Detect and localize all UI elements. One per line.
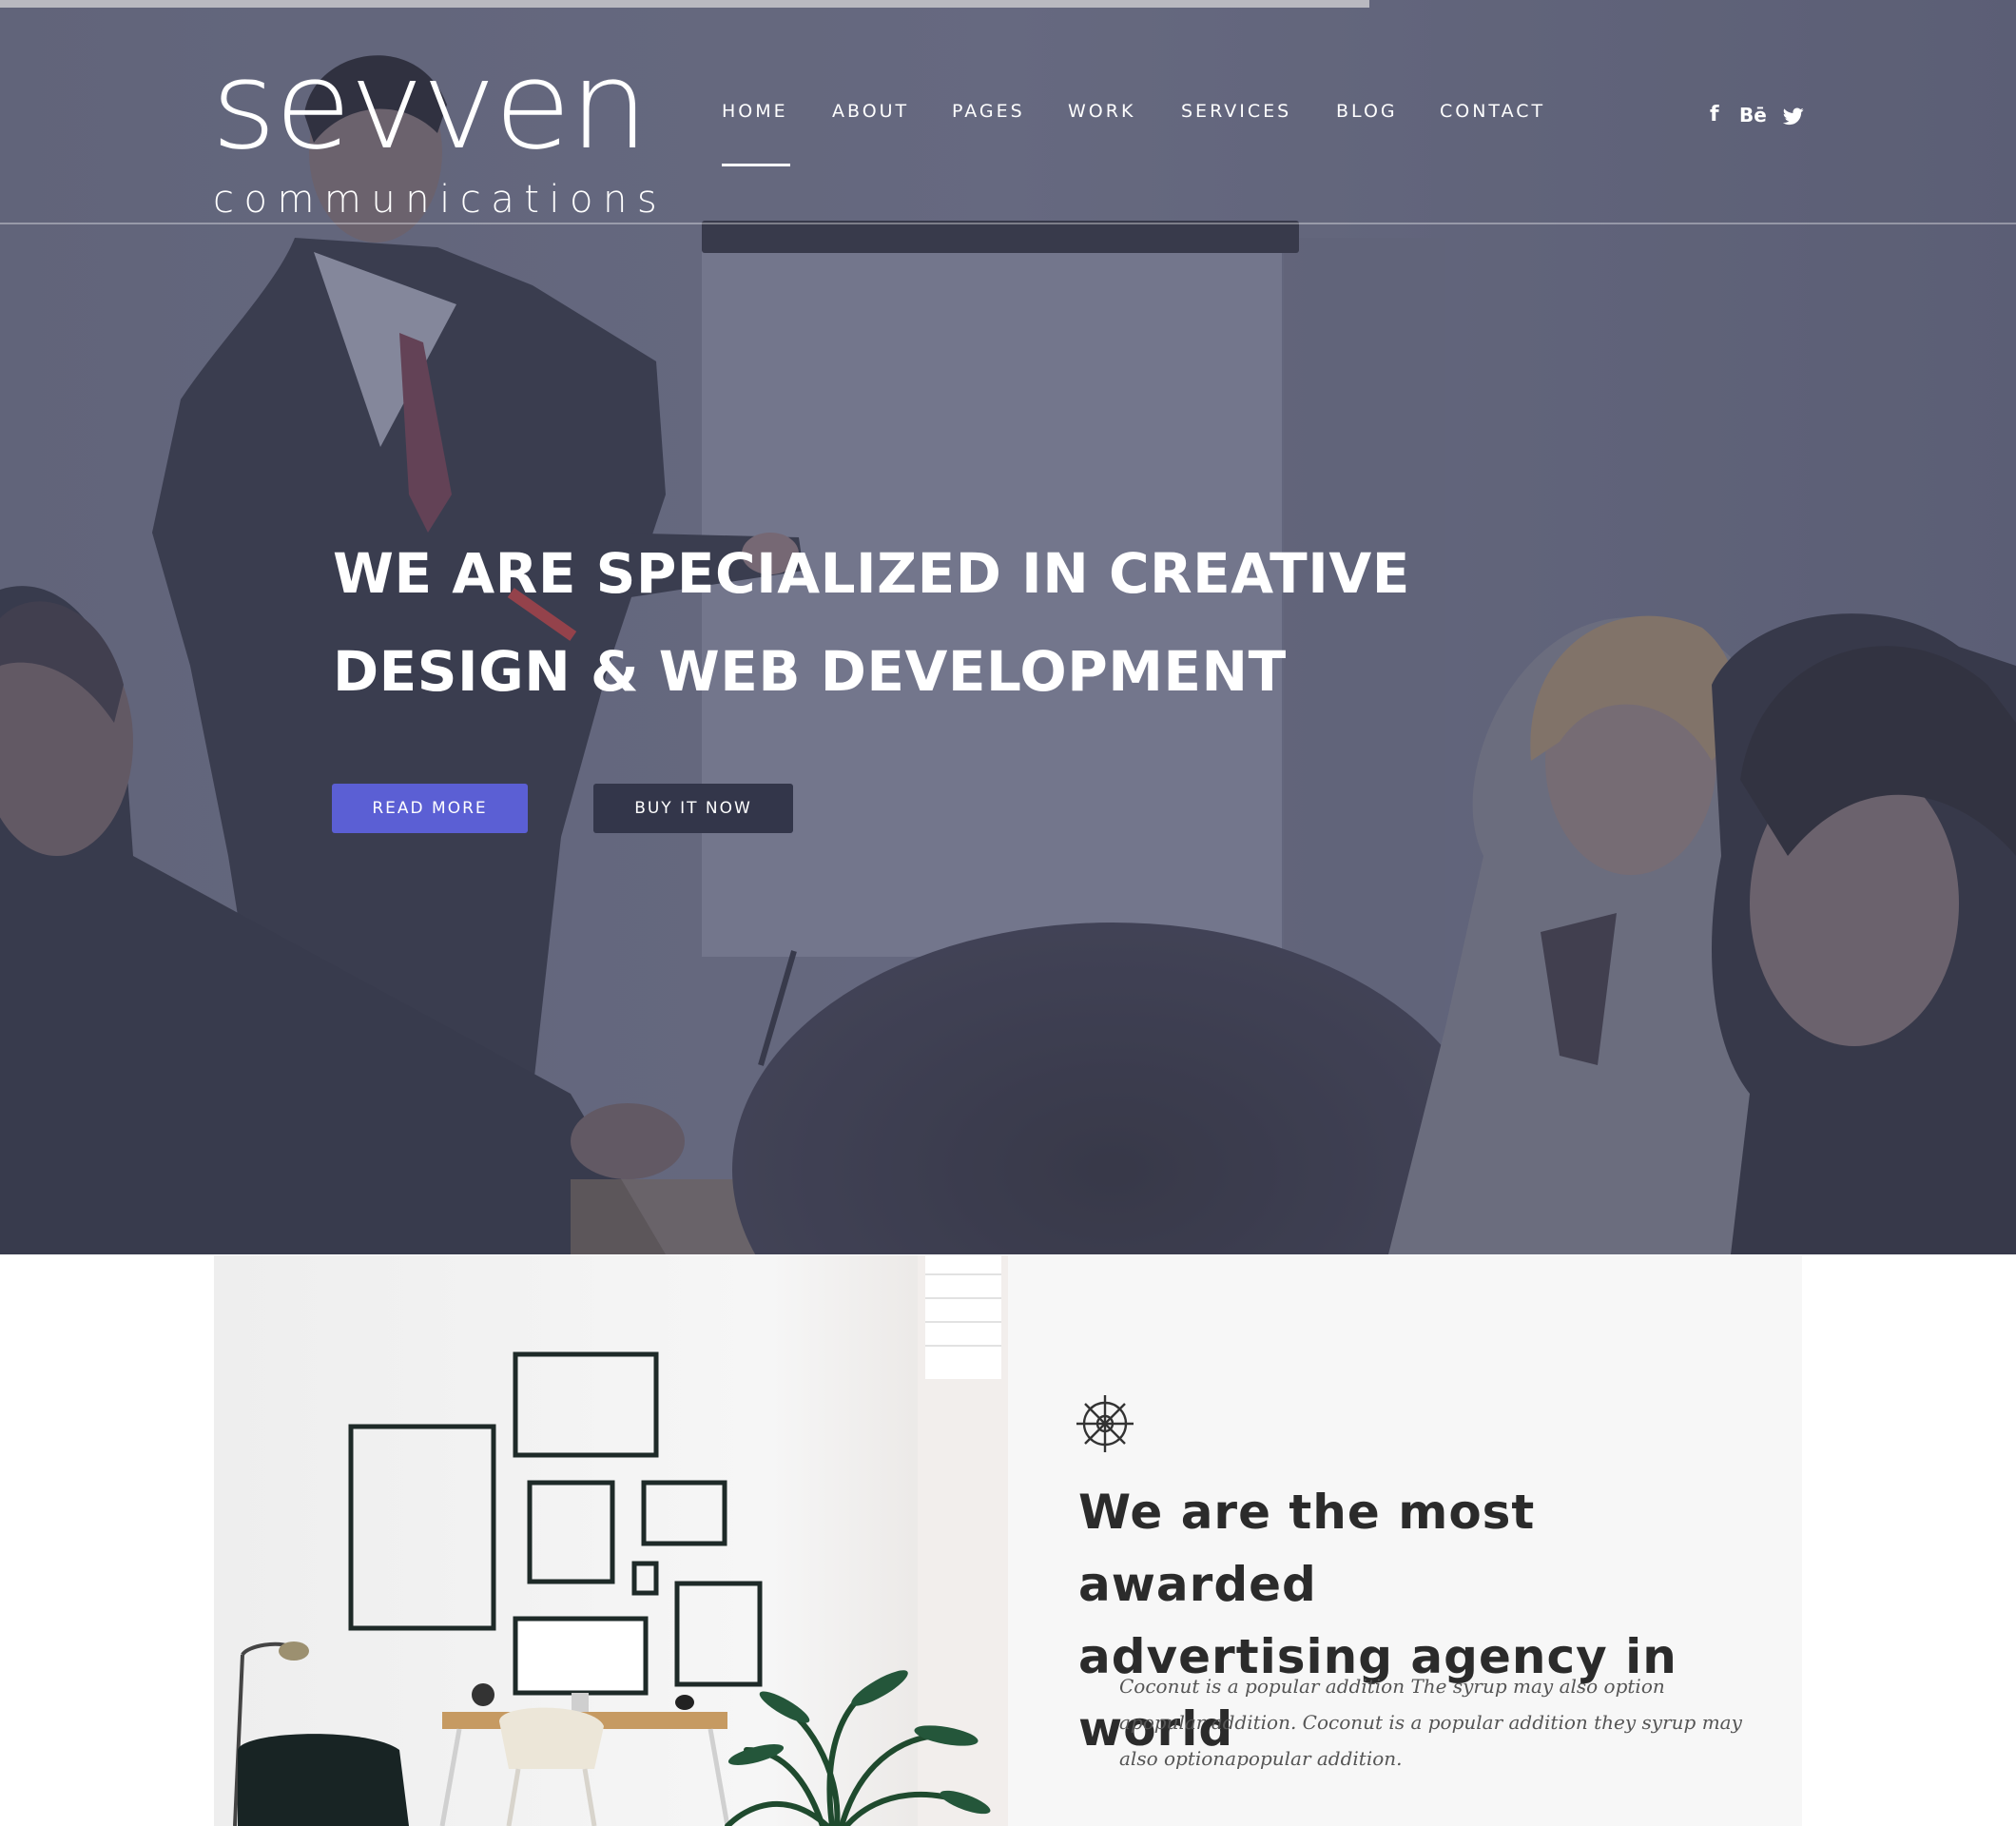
nav-item-about[interactable]: ABOUT	[832, 101, 909, 122]
nav-item-blog[interactable]: BLOG	[1336, 101, 1398, 122]
hero-section: sevven communications HOME ABOUT PAGES W…	[0, 0, 2016, 1254]
workspace-photo	[214, 1255, 1008, 1826]
nav-item-contact[interactable]: CONTACT	[1440, 101, 1545, 122]
hero-title: WE ARE SPECIALIZED IN CREATIVE DESIGN & …	[333, 525, 1474, 721]
nav-item-services[interactable]: SERVICES	[1181, 101, 1291, 122]
page: sevven communications HOME ABOUT PAGES W…	[0, 0, 2016, 1826]
logo-subtitle: communications	[213, 178, 668, 222]
buy-it-now-button[interactable]: BUY IT NOW	[593, 784, 793, 833]
facebook-icon[interactable]: f	[1710, 100, 1719, 130]
logo-wordmark: sevven	[211, 35, 649, 177]
hero-title-line-1: WE ARE SPECIALIZED IN CREATIVE	[333, 541, 1410, 606]
hero-title-line-2: DESIGN & WEB DEVELOPMENT	[333, 639, 1287, 704]
twitter-icon[interactable]	[1782, 106, 1804, 136]
about-description: Coconut is a popular addition The syrup …	[1119, 1675, 1742, 1770]
header-divider	[0, 223, 2016, 224]
nav-item-work[interactable]: WORK	[1068, 101, 1135, 122]
about-title-line-1: We are the most awarded	[1078, 1485, 1536, 1612]
behance-icon[interactable]: Bē	[1739, 100, 1767, 130]
nav-active-indicator	[722, 164, 790, 166]
nav-item-pages[interactable]: PAGES	[952, 101, 1025, 122]
page-load-progress-bar	[0, 0, 1369, 8]
brand-logo[interactable]: sevven communications	[211, 46, 658, 224]
ship-wheel-icon	[1076, 1395, 1134, 1452]
read-more-button[interactable]: READ MORE	[332, 784, 528, 833]
nav-item-home[interactable]: HOME	[722, 101, 788, 122]
